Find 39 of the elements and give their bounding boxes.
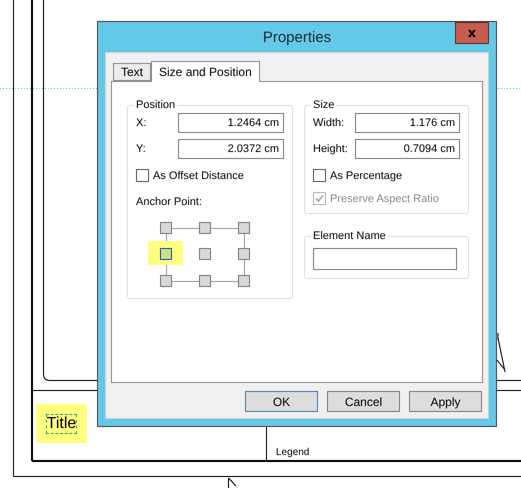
anchor-handle[interactable] (238, 275, 250, 287)
checkbox[interactable] (136, 169, 149, 182)
anchor-handle[interactable] (199, 222, 211, 234)
input-field[interactable] (313, 248, 457, 270)
input-field[interactable]: 2.0372 cm (178, 139, 284, 159)
anchor-handle[interactable] (148, 241, 183, 265)
anchor-handle[interactable] (238, 248, 250, 260)
field-label: X: (136, 117, 146, 129)
checkbox[interactable] (313, 169, 326, 182)
group-label: Element Name (312, 230, 387, 242)
anchor-label: Anchor Point: (136, 196, 204, 208)
input-field[interactable]: 0.7094 cm (355, 139, 460, 159)
field-label: Width: (313, 117, 344, 129)
group-label: Position (135, 99, 176, 111)
group-label: Size (312, 99, 336, 111)
close-button[interactable]: x (455, 22, 489, 44)
input-field[interactable]: 1.176 cm (355, 113, 460, 133)
field-label: Y: (136, 143, 146, 155)
checkbox-label: Preserve Aspect Ratio (330, 192, 439, 204)
anchor-handle[interactable] (238, 222, 250, 234)
tab[interactable]: Size and Position (151, 61, 260, 82)
window-title: Properties (262, 28, 332, 46)
checkbox-label: As Percentage (330, 170, 402, 182)
anchor-handle[interactable] (199, 248, 211, 260)
anchor-handle[interactable] (199, 275, 211, 287)
title-text[interactable]: Title (46, 414, 78, 434)
tab[interactable]: Text (113, 63, 152, 81)
anchor-handle[interactable] (160, 222, 172, 234)
dialog-button[interactable]: Cancel (327, 391, 400, 412)
field-label: Height: (313, 143, 348, 155)
legend-label: Legend (276, 447, 310, 458)
checkbox-label: As Offset Distance (153, 170, 244, 182)
input-field[interactable]: 1.2464 cm (178, 113, 284, 133)
checkbox-row[interactable]: As Percentage (313, 169, 460, 182)
dialog-button[interactable]: OK (245, 391, 318, 412)
checkbox-row[interactable]: As Offset Distance (136, 169, 284, 182)
dialog-button[interactable]: Apply (409, 391, 482, 412)
anchor-handle[interactable] (160, 275, 172, 287)
cursor-icon (228, 478, 236, 488)
